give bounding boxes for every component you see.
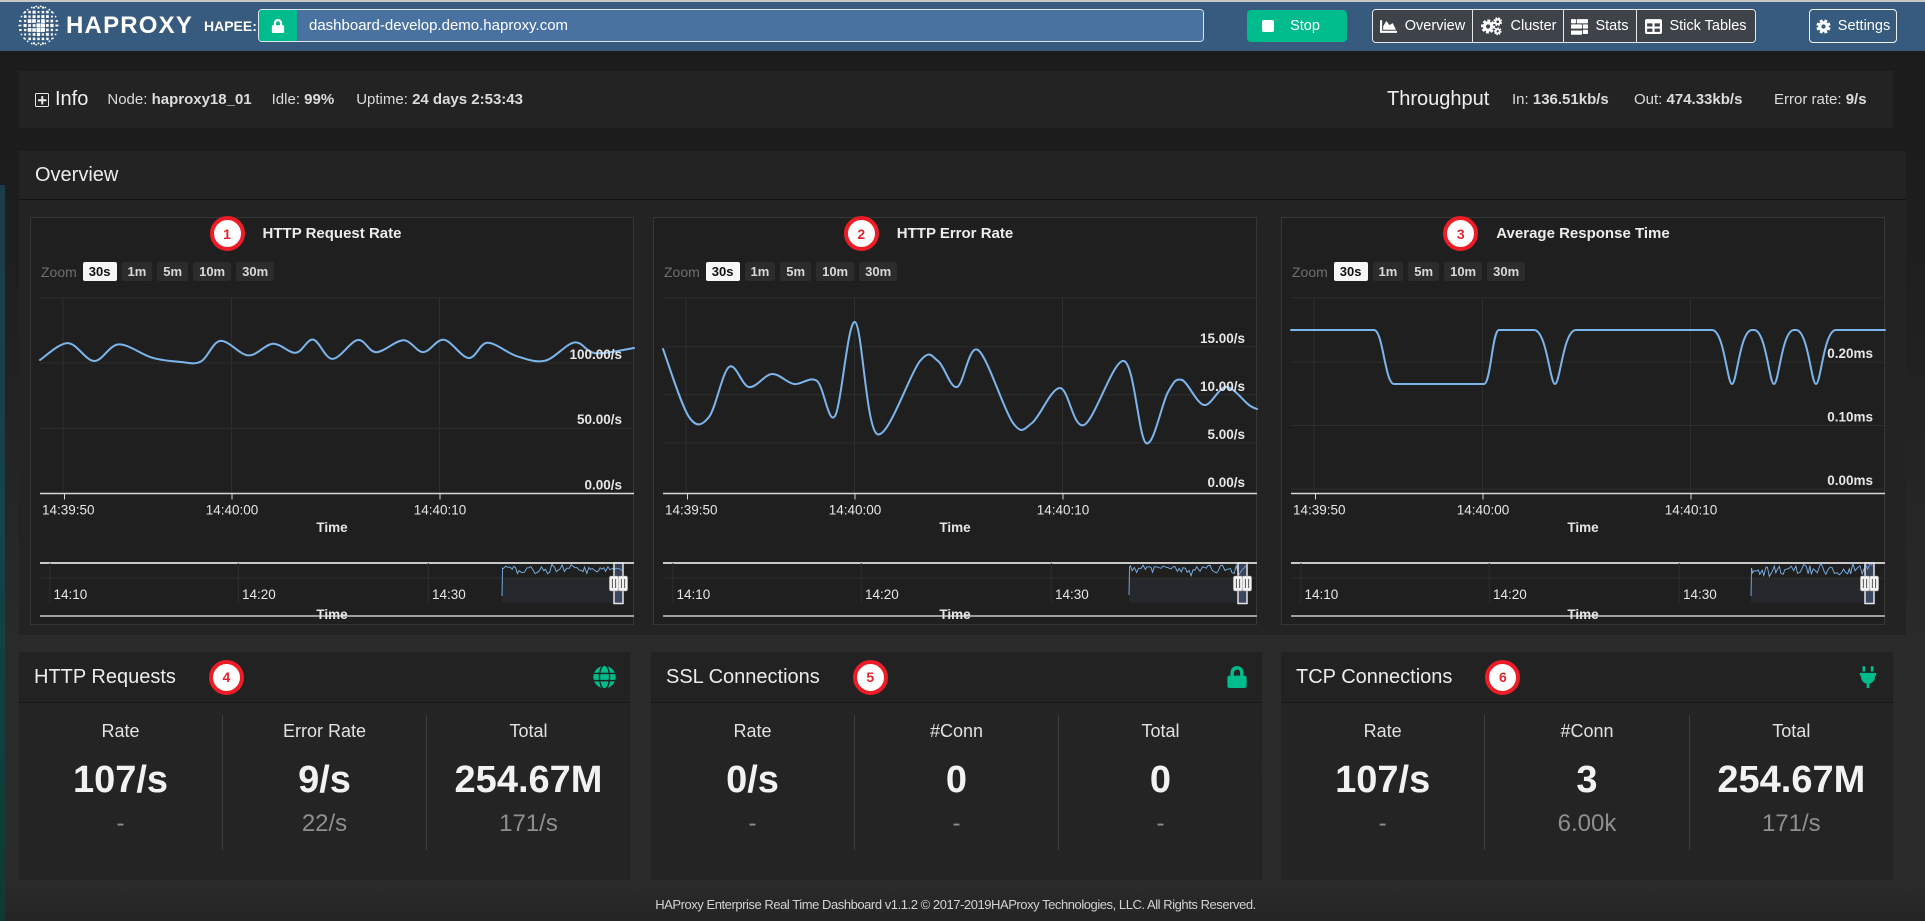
svg-text:14:40:00: 14:40:00	[829, 503, 882, 518]
svg-text:5.00/s: 5.00/s	[1207, 427, 1245, 442]
svg-text:14:20: 14:20	[242, 587, 276, 602]
svg-text:100.00/s: 100.00/s	[569, 347, 622, 362]
svg-text:14:40:10: 14:40:10	[1037, 503, 1090, 518]
svg-text:Time: Time	[1567, 607, 1599, 622]
svg-text:14:40:00: 14:40:00	[206, 503, 259, 518]
svg-text:0.10ms: 0.10ms	[1827, 410, 1873, 425]
svg-text:14:10: 14:10	[1305, 587, 1339, 602]
svg-text:14:20: 14:20	[1493, 587, 1527, 602]
svg-text:14:39:50: 14:39:50	[665, 503, 718, 518]
svg-text:0.00ms: 0.00ms	[1827, 473, 1873, 488]
svg-text:14:39:50: 14:39:50	[42, 503, 95, 518]
svg-text:0.00/s: 0.00/s	[1207, 475, 1245, 490]
svg-text:14:40:00: 14:40:00	[1457, 503, 1510, 518]
svg-text:14:20: 14:20	[865, 587, 899, 602]
svg-text:14:10: 14:10	[677, 587, 711, 602]
svg-text:0.00/s: 0.00/s	[584, 478, 622, 493]
svg-text:15.00/s: 15.00/s	[1200, 331, 1245, 346]
svg-text:14:10: 14:10	[54, 587, 88, 602]
svg-text:0.20ms: 0.20ms	[1827, 346, 1873, 361]
svg-text:Time: Time	[939, 607, 971, 622]
svg-text:14:30: 14:30	[1055, 587, 1089, 602]
svg-text:Time: Time	[1567, 520, 1599, 535]
svg-text:14:30: 14:30	[1683, 587, 1717, 602]
svg-text:14:40:10: 14:40:10	[414, 503, 467, 518]
svg-text:Time: Time	[316, 520, 348, 535]
svg-text:Time: Time	[316, 607, 348, 622]
svg-text:14:30: 14:30	[432, 587, 466, 602]
svg-text:50.00/s: 50.00/s	[577, 412, 622, 427]
svg-text:Time: Time	[939, 520, 971, 535]
svg-text:10.00/s: 10.00/s	[1200, 379, 1245, 394]
svg-text:14:39:50: 14:39:50	[1293, 503, 1346, 518]
svg-text:14:40:10: 14:40:10	[1665, 503, 1718, 518]
